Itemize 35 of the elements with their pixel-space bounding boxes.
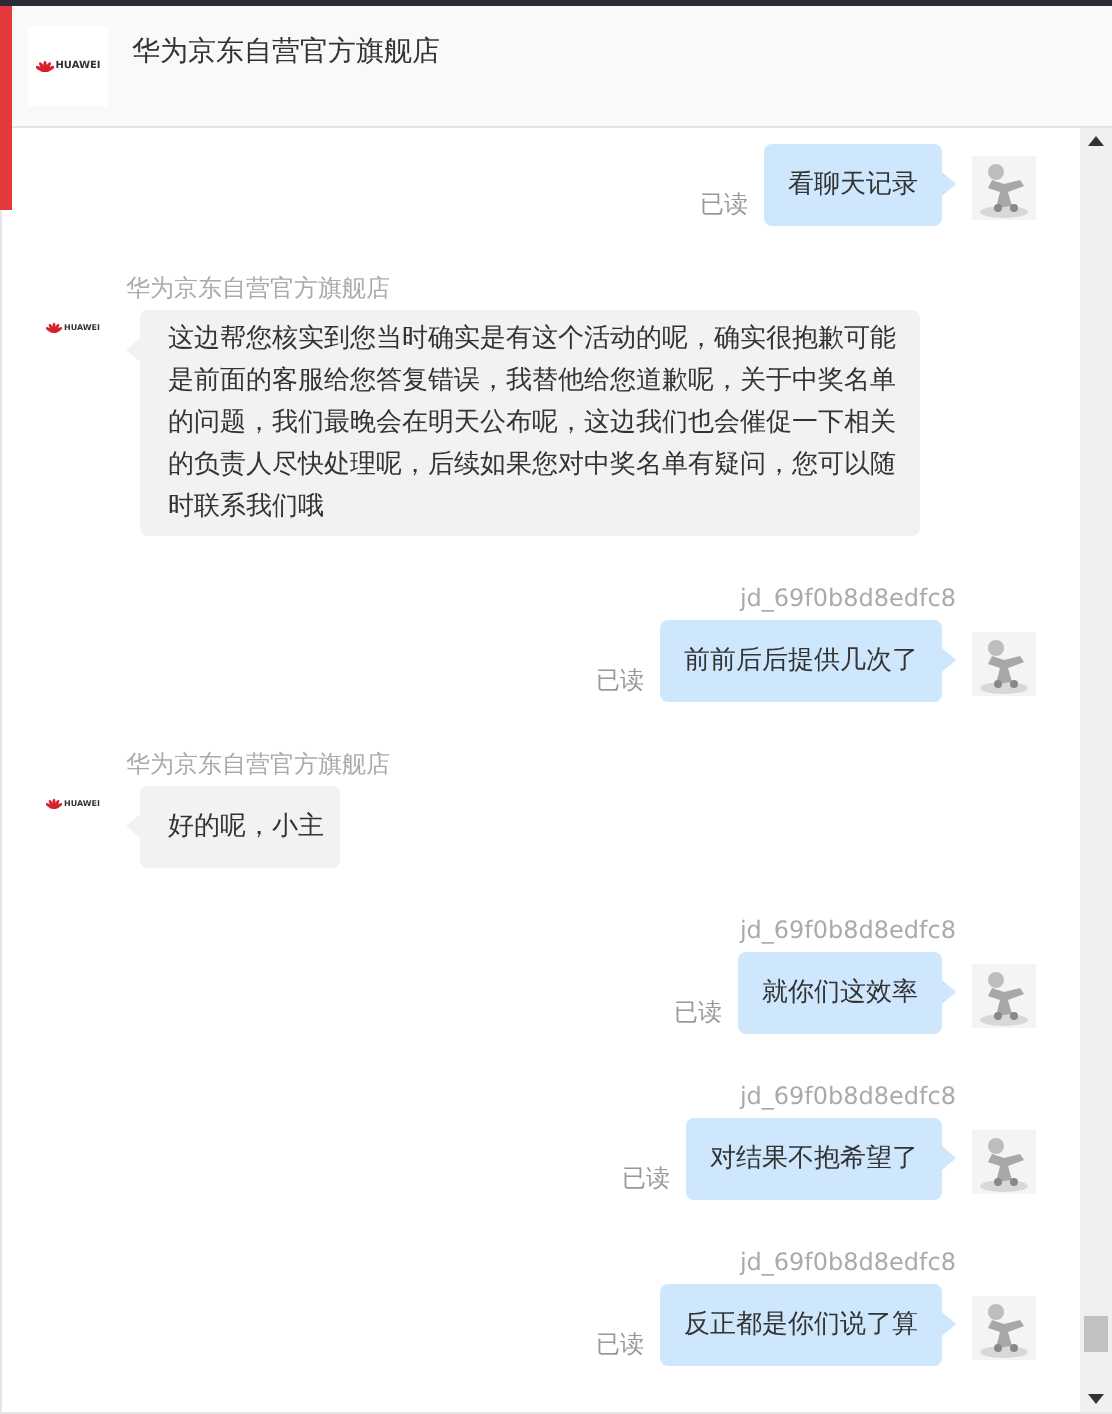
message-bubble: 反正都是你们说了算	[660, 1284, 942, 1366]
bubble-tail	[942, 980, 956, 1004]
message-bubble: 这边帮您核实到您当时确实是有这个活动的呢，确实很抱歉可能是前面的客服给您答复错误，我替他给您道歉呢，关于中奖名单的问题，我们最晚会在明天公布呢，这边我们也会催促一下相关的负责人尽快处理呢，后续如果您对中奖名单有疑问，您可以随时联系我们哦	[140, 310, 920, 536]
bubble-tail	[942, 172, 956, 196]
petal-logo-icon	[46, 322, 62, 334]
sender-name: 华为京东自营官方旗舰店	[126, 274, 390, 302]
figure-avatar-icon	[972, 1296, 1036, 1360]
figure-avatar-icon	[972, 632, 1036, 696]
sender-name: jd_69f0b8d8edfc8	[739, 1082, 956, 1110]
scroll-up-icon[interactable]	[1088, 136, 1104, 146]
sender-name: jd_69f0b8d8edfc8	[739, 916, 956, 944]
read-status: 已读	[674, 996, 722, 1030]
message-bubble: 前前后后提供几次了	[660, 620, 942, 702]
sender-name: 华为京东自营官方旗舰店	[126, 750, 390, 778]
shop-title: 华为京东自营官方旗舰店	[132, 34, 440, 70]
scroll-down-icon[interactable]	[1088, 1394, 1104, 1404]
sender-name: jd_69f0b8d8edfc8	[739, 584, 956, 612]
bubble-tail	[942, 1312, 956, 1336]
petal-logo-icon	[46, 798, 62, 810]
message-bubble: 好的呢，小主	[140, 786, 340, 868]
scroll-thumb[interactable]	[1084, 1316, 1108, 1352]
sender-name: jd_69f0b8d8edfc8	[739, 1248, 956, 1276]
petal-logo-icon	[35, 59, 54, 73]
read-status: 已读	[700, 188, 748, 222]
message-bubble: 看聊天记录	[764, 144, 942, 226]
read-status: 已读	[596, 1328, 644, 1362]
bubble-tail	[942, 648, 956, 672]
bubble-tail	[942, 1146, 956, 1170]
message-bubble: 就你们这效率	[738, 952, 942, 1034]
read-status: 已读	[622, 1162, 670, 1196]
read-status: 已读	[596, 664, 644, 698]
message-bubble: 对结果不抱希望了	[686, 1118, 942, 1200]
figure-avatar-icon	[972, 1130, 1036, 1194]
figure-avatar-icon	[972, 964, 1036, 1028]
figure-avatar-icon	[972, 156, 1036, 220]
